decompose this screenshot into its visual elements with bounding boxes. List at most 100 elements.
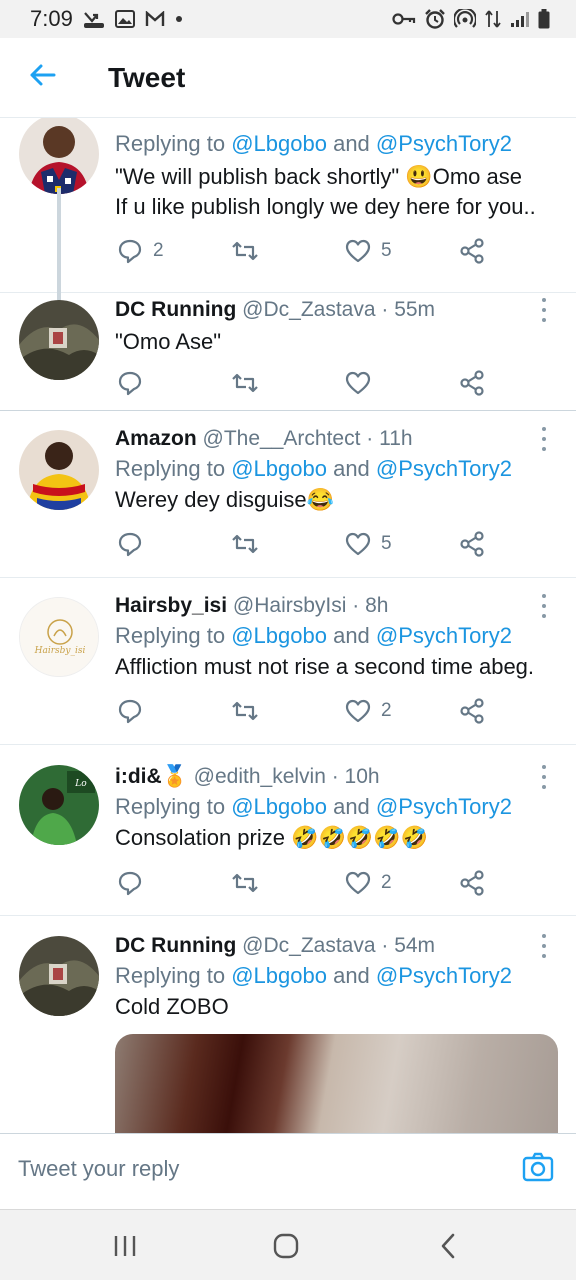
retweet-button[interactable] [231,867,259,899]
home-button[interactable] [256,1226,316,1266]
retweet-button[interactable] [231,367,259,399]
avatar[interactable] [19,118,99,194]
mention-link[interactable]: @PsychTory2 [376,456,512,481]
back-button[interactable] [22,58,62,98]
alarm-icon [424,8,446,30]
like-button[interactable]: 5 [345,528,392,560]
avatar[interactable] [19,936,99,1016]
display-name[interactable]: Hairsby_isi [115,594,227,617]
tweet-feed[interactable]: Replying to @Lbgobo and @PsychTory2 "We … [0,118,576,1133]
like-button[interactable]: 2 [345,867,392,899]
system-back-button[interactable] [418,1226,478,1266]
user-handle[interactable]: @The__Archtect [203,427,361,450]
camera-button[interactable] [522,1152,558,1188]
more-icon [542,594,546,618]
tweet-time: · 55m [381,298,436,321]
reply-bar [0,1133,576,1209]
tweet-item[interactable]: Replying to @Lbgobo and @PsychTory2 "We … [0,118,576,293]
gallery-icon [114,10,135,28]
share-icon [460,370,484,396]
tweet-header: Amazon @The__Archtect · 11h [115,425,556,453]
user-handle[interactable]: @edith_kelvin [194,765,326,788]
more-button[interactable] [536,765,552,789]
reply-icon [118,871,142,896]
reply-button[interactable] [117,867,143,899]
retweet-icon [232,873,258,893]
mention-link[interactable]: @Lbgobo [231,456,327,481]
reply-input[interactable] [18,1156,458,1182]
share-button[interactable] [459,528,485,560]
more-button[interactable] [536,298,552,322]
mention-link[interactable]: @PsychTory2 [376,794,512,819]
display-name[interactable]: i:di&🏅 [115,765,188,788]
user-handle[interactable]: @HairsbyIsi [233,594,347,617]
back-arrow-icon [28,63,56,92]
tweet-media-image[interactable] [115,1034,558,1133]
tweet-item[interactable]: DC Running @Dc_Zastava · 55m "Omo Ase" [0,293,576,411]
signal-icon [510,10,530,28]
display-name[interactable]: DC Running [115,934,236,957]
more-icon [542,934,546,958]
tweet-time: · 8h [352,594,389,617]
reply-button[interactable] [117,367,143,399]
tweet-item[interactable]: Hairsby_isi Hairsby_isi @HairsbyIsi · 8h… [0,578,576,745]
avatar[interactable] [19,300,99,380]
display-name[interactable]: Amazon [115,427,197,450]
gmail-icon [145,11,165,27]
recent-apps-button[interactable] [95,1226,155,1266]
back-icon [441,1233,455,1259]
reply-button[interactable] [117,695,143,727]
share-button[interactable] [459,695,485,727]
like-icon [345,871,371,895]
tweet-item[interactable]: Lo i:di&🏅 @edith_kelvin · 10h Replying t… [0,745,576,916]
user-handle[interactable]: @Dc_Zastava [242,934,375,957]
more-button[interactable] [536,934,552,958]
like-button[interactable]: 5 [345,235,392,267]
retweet-button[interactable] [231,695,259,727]
more-button[interactable] [536,427,552,451]
tweet-header: Hairsby_isi @HairsbyIsi · 8h [115,592,556,620]
tweet-actions: 2 [115,867,495,899]
tweet-header: i:di&🏅 @edith_kelvin · 10h [115,763,556,791]
display-name[interactable]: DC Running [115,298,236,321]
like-icon [345,532,371,556]
system-nav-bar [0,1209,576,1280]
mention-link[interactable]: @Lbgobo [231,131,327,156]
reply-button[interactable]: 2 [117,235,164,267]
retweet-button[interactable] [231,528,259,560]
reply-count: 2 [153,240,164,261]
tweet-time: · 10h [331,765,380,788]
share-button[interactable] [459,367,485,399]
status-bar: 7:09 [0,0,576,38]
mention-link[interactable]: @Lbgobo [231,794,327,819]
avatar[interactable] [19,430,99,510]
key-icon [392,12,416,26]
replying-to: Replying to @Lbgobo and @PsychTory2 [115,456,512,481]
like-button[interactable] [345,367,371,399]
share-button[interactable] [459,235,485,267]
tweet-item[interactable]: DC Running @Dc_Zastava · 54m Replying to… [0,916,576,1133]
mention-link[interactable]: @PsychTory2 [376,131,512,156]
camera-icon [522,1152,554,1182]
mention-link[interactable]: @PsychTory2 [376,623,512,648]
mention-link[interactable]: @Lbgobo [231,963,327,988]
hotspot-icon [454,9,476,29]
retweet-button[interactable] [231,235,259,267]
tweet-item[interactable]: Amazon @The__Archtect · 11h Replying to … [0,411,576,578]
share-icon [460,870,484,896]
share-button[interactable] [459,867,485,899]
reply-button[interactable] [117,528,143,560]
more-button[interactable] [536,594,552,618]
tweet-text: If u like publish longly we dey here for… [115,194,536,219]
mention-link[interactable]: @Lbgobo [231,623,327,648]
missed-call-icon [83,9,105,29]
like-button[interactable]: 2 [345,695,392,727]
like-count: 5 [381,533,392,554]
reply-icon [118,239,142,264]
tweet-body: Replying to @Lbgobo and @PsychTory2 "We … [115,128,556,222]
avatar[interactable]: Lo [19,765,99,845]
user-handle[interactable]: @Dc_Zastava [242,298,375,321]
avatar[interactable]: Hairsby_isi [19,597,99,677]
like-count: 5 [381,240,392,261]
mention-link[interactable]: @PsychTory2 [376,963,512,988]
